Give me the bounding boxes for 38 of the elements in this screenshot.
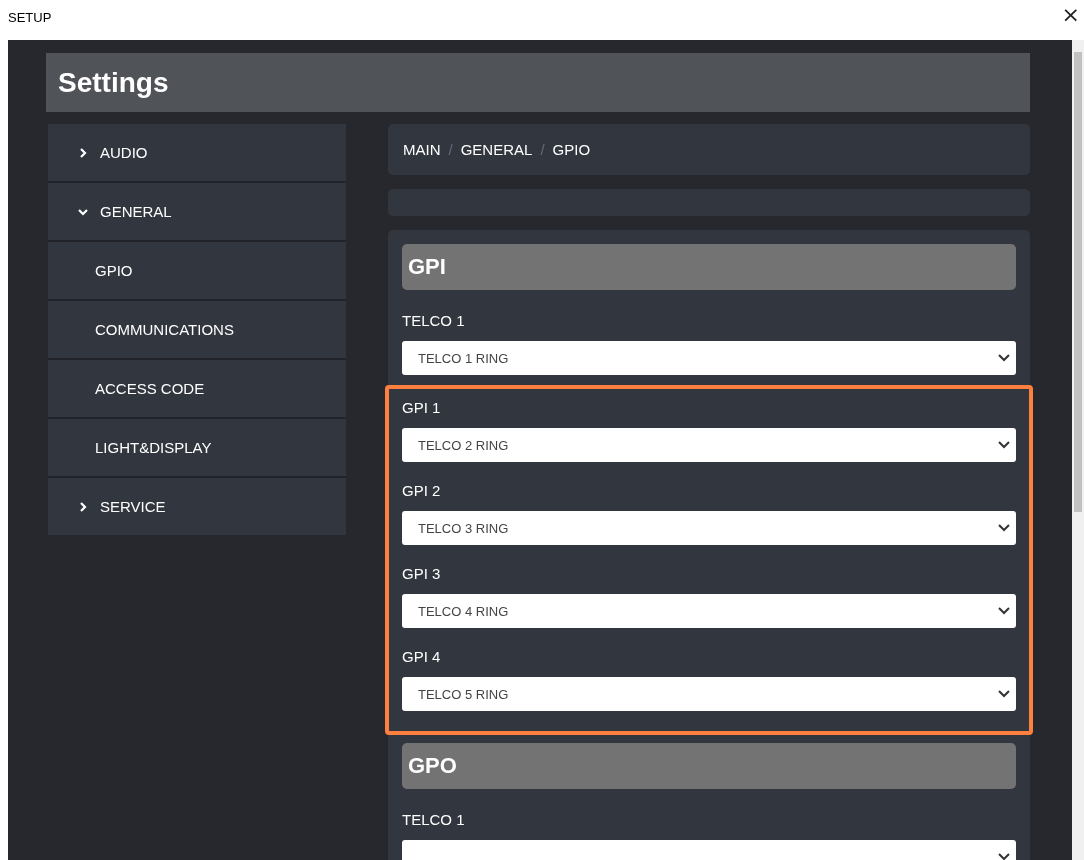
breadcrumb-separator: / <box>448 141 453 158</box>
sidebar-item[interactable]: LIGHT&DISPLAY <box>48 419 346 478</box>
field-label: GPI 1 <box>402 399 442 416</box>
sidebar-item[interactable]: GENERAL <box>48 183 346 242</box>
breadcrumb-separator: / <box>540 141 545 158</box>
dropdown-field[interactable]: TELCO 1 RING <box>402 341 1016 375</box>
section-title: GPO <box>408 753 457 779</box>
sidebar-item[interactable]: SERVICE <box>48 478 346 535</box>
breadcrumb-link[interactable]: MAIN <box>403 141 441 158</box>
sidebar-item[interactable]: GPIO <box>48 242 346 301</box>
chevron-right-icon <box>78 501 88 512</box>
close-button[interactable]: × <box>1057 4 1084 26</box>
caret-icon <box>998 853 1010 860</box>
field-label: TELCO 1 <box>402 811 466 828</box>
sidebar-item[interactable]: ACCESS CODE <box>48 360 346 419</box>
sidebar-item[interactable]: AUDIO <box>48 124 346 183</box>
dropdown-field[interactable]: TELCO 5 RING <box>402 677 1016 711</box>
scrollbar[interactable] <box>1072 40 1084 860</box>
sidebar-item[interactable]: COMMUNICATIONS <box>48 301 346 360</box>
caret-icon <box>998 524 1010 532</box>
breadcrumb-link[interactable]: GPIO <box>552 141 591 158</box>
field-label: GPI 4 <box>402 648 442 665</box>
breadcrumb-link[interactable]: GENERAL <box>460 141 533 158</box>
caret-icon <box>998 607 1010 615</box>
field-label: GPI 2 <box>402 482 442 499</box>
page-title: Settings <box>58 66 169 99</box>
field-label: TELCO 1 <box>402 312 466 329</box>
section-title: GPI <box>408 254 446 280</box>
field-label: GPI 3 <box>402 565 442 582</box>
caret-icon <box>998 354 1010 362</box>
caret-icon <box>998 690 1010 698</box>
chevron-right-icon <box>78 147 88 158</box>
dropdown-field[interactable]: TELCO 3 RING <box>402 511 1016 545</box>
chevron-down-icon <box>78 206 88 217</box>
window-title: SETUP <box>8 10 52 25</box>
dropdown-field[interactable]: TELCO 4 RING <box>402 594 1016 628</box>
dropdown-field[interactable]: TELCO 2 RING <box>402 428 1016 462</box>
caret-icon <box>998 441 1010 449</box>
